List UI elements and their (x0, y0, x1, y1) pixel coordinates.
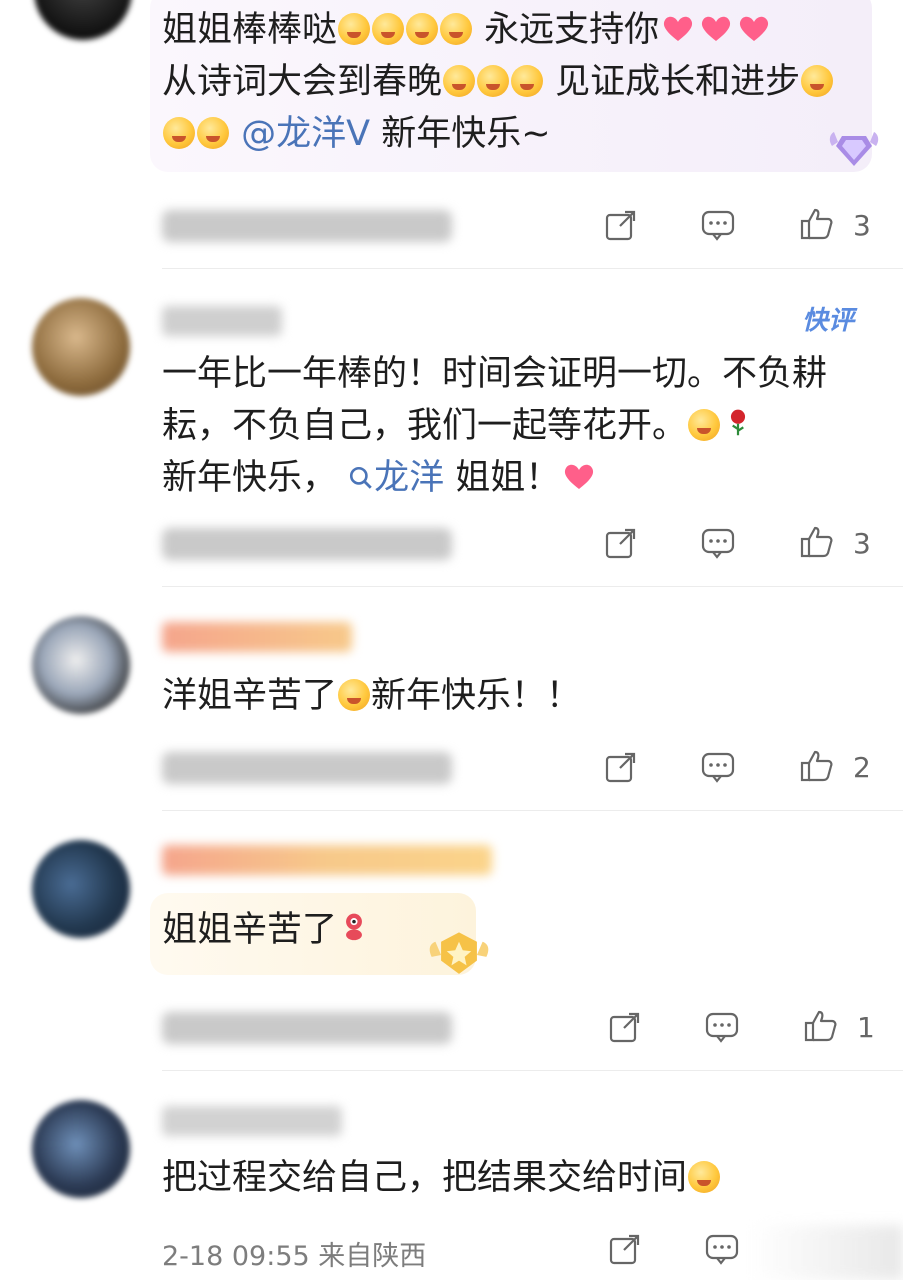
like-icon[interactable] (804, 1009, 838, 1043)
mention-link[interactable]: @龙洋V (241, 114, 370, 154)
divider (162, 268, 903, 269)
heart-icon (702, 16, 731, 41)
like-count: 1 (857, 1011, 875, 1044)
username-blurred[interactable] (162, 622, 352, 652)
share-icon[interactable] (604, 750, 638, 784)
comment-text: 姐姐棒棒哒 永远支持你 从诗词大会到春晚 见证成长和进步 @龙洋V 新年快乐~ (162, 4, 862, 160)
username-blurred[interactable] (162, 306, 282, 336)
share-icon[interactable] (608, 1010, 642, 1044)
avatar[interactable] (32, 616, 130, 714)
emoji-icon (406, 13, 439, 45)
emoji-icon (338, 13, 371, 45)
avatar[interactable] (34, 0, 132, 40)
emoji-icon (338, 679, 371, 711)
comment-icon[interactable] (701, 208, 735, 242)
comment-text: 姐姐辛苦了 (162, 904, 462, 956)
emoji-icon (511, 65, 544, 97)
share-icon[interactable] (604, 526, 638, 560)
divider (162, 1070, 903, 1071)
heart-icon (664, 16, 693, 41)
avatar[interactable] (32, 840, 130, 938)
emoji-icon (163, 117, 195, 149)
comment-meta-blurred (162, 752, 452, 784)
like-count: 2 (853, 751, 871, 784)
emoji-icon (477, 65, 510, 97)
comment-text-part: 姐姐棒棒哒 (162, 10, 338, 50)
comment-text-part: 新年快乐！！ (371, 676, 582, 716)
search-icon (350, 466, 372, 489)
comment-icon[interactable] (705, 1010, 739, 1044)
search-topic-link[interactable]: 龙洋 (348, 458, 444, 498)
emoji-icon (372, 13, 405, 45)
comment-text-part: 新年快乐， (162, 458, 338, 498)
comment-text-part: 把过程交给自己，把结果交给时间 (162, 1158, 688, 1198)
heart-icon (740, 16, 769, 41)
comment-text-part: 洋姐辛苦了 (162, 676, 338, 716)
avatar[interactable] (32, 1100, 130, 1198)
divider (162, 810, 903, 811)
comment-text-part: 从诗词大会到春晚 (162, 62, 443, 102)
emoji-icon (197, 117, 229, 149)
mascot-emoji-icon (346, 913, 362, 941)
comment-text-part: 姐姐！ (444, 458, 561, 498)
username-blurred[interactable] (162, 845, 492, 875)
comment-text-part: 永远支持你 (473, 10, 660, 50)
share-icon[interactable] (604, 208, 638, 242)
emoji-icon (801, 65, 834, 97)
diamond-badge-icon (829, 132, 879, 166)
like-count: 3 (853, 527, 871, 560)
comment-text: 把过程交给自己，把结果交给时间 (162, 1152, 874, 1204)
comment-meta-blurred (162, 210, 452, 242)
like-icon[interactable] (800, 207, 834, 241)
avatar[interactable] (32, 298, 130, 396)
comment-text: 一年比一年棒的！时间会证明一切。不负耕耘，不负自己，我们一起等花开。 新年快乐，… (162, 348, 874, 504)
username-blurred[interactable] (162, 1106, 342, 1136)
comment-icon[interactable] (705, 1232, 739, 1266)
like-icon[interactable] (800, 749, 834, 783)
emoji-icon (443, 65, 476, 97)
share-icon[interactable] (608, 1232, 642, 1266)
comment-icon[interactable] (701, 526, 735, 560)
comment-text: 洋姐辛苦了 新年快乐！！ (162, 670, 874, 722)
comment-icon[interactable] (701, 750, 735, 784)
star-badge-icon (429, 932, 489, 974)
search-topic-label: 龙洋 (374, 458, 445, 498)
emoji-icon (440, 13, 473, 45)
like-icon[interactable] (800, 525, 834, 559)
emoji-icon (688, 1161, 721, 1193)
comment-meta-blurred (162, 528, 452, 560)
divider (162, 586, 903, 587)
watermark-blur (750, 1225, 903, 1280)
comment-text-part: 新年快乐~ (370, 114, 551, 154)
emoji-icon (688, 409, 721, 441)
kuaiping-tag: 快评 (802, 306, 855, 336)
comment-text-part: 见证成长和进步 (544, 62, 801, 102)
comment-text-part: 姐姐辛苦了 (162, 910, 338, 950)
comment-meta: 2-18 09:55 来自陕西 (162, 1241, 427, 1272)
like-count: 3 (853, 209, 871, 242)
rose-icon (730, 409, 746, 436)
heart-icon (565, 464, 594, 489)
comment-meta-blurred (162, 1012, 452, 1044)
